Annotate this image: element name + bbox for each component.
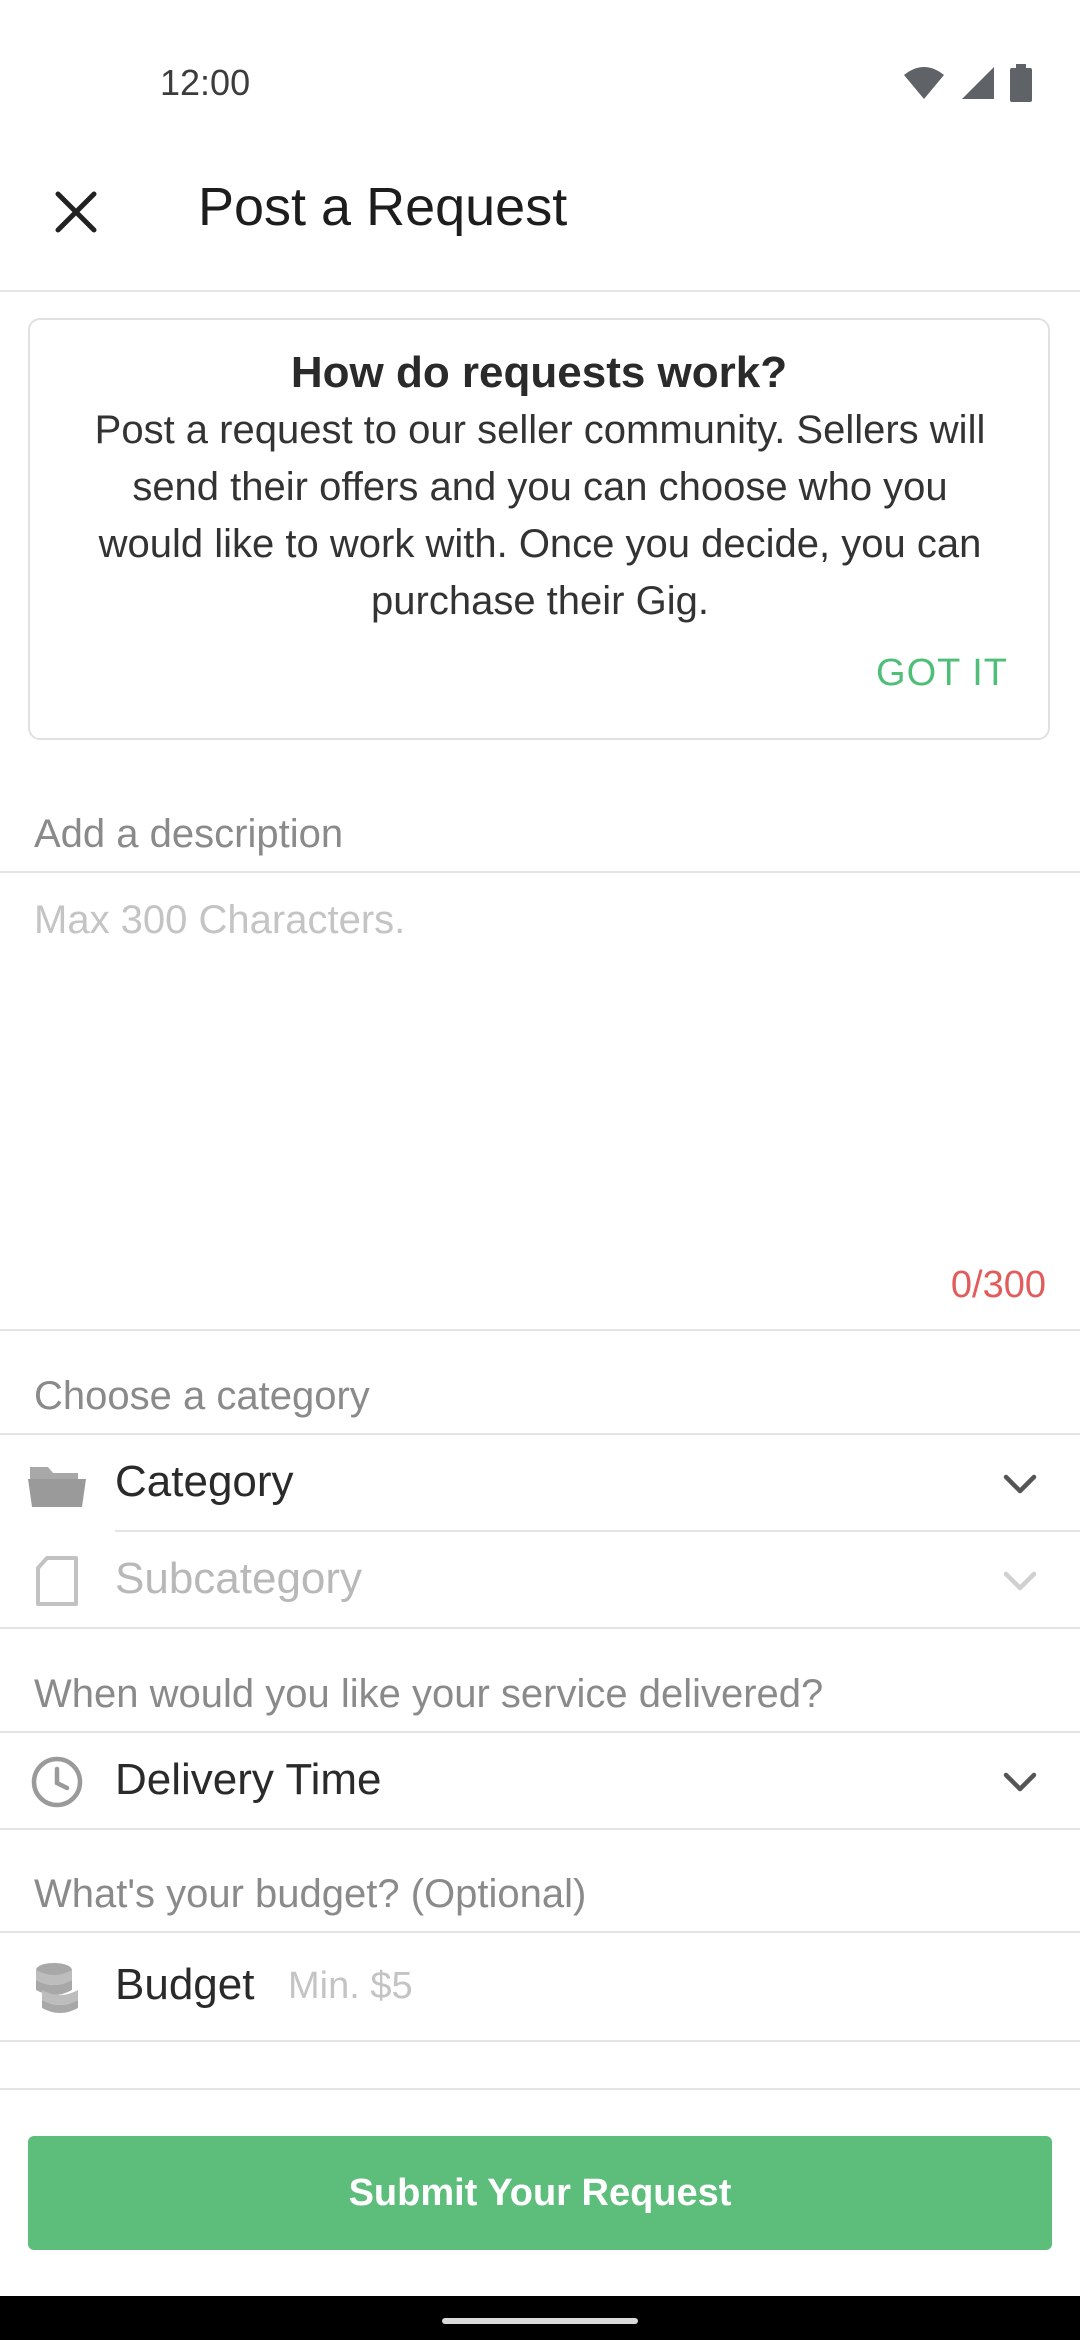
subcategory-dropdown[interactable]: Subcategory — [0, 1532, 1080, 1628]
post-request-screen: 12:00 Post a Request How do requests wor… — [0, 0, 1080, 2340]
document-icon — [28, 1554, 86, 1608]
divider — [0, 871, 1080, 873]
clock-icon — [28, 1755, 86, 1809]
status-time: 12:00 — [160, 62, 251, 103]
description-label: Add a description — [34, 812, 344, 856]
chevron-down-icon — [1003, 1571, 1037, 1591]
close-button[interactable] — [44, 180, 108, 244]
delivery-time-field-label: Delivery Time — [115, 1755, 382, 1804]
info-card-text: Post a request to our seller community. … — [94, 408, 986, 623]
description-input[interactable]: Max 300 Characters. 0/300 — [0, 874, 1080, 1330]
chevron-down-icon — [1003, 1474, 1037, 1494]
divider — [0, 1828, 1080, 1830]
status-bar: 12:00 — [0, 0, 1080, 150]
category-dropdown[interactable]: Category — [0, 1435, 1080, 1531]
divider — [0, 2040, 1080, 2042]
divider — [0, 2088, 1080, 2090]
budget-field-label: Budget — [115, 1960, 255, 2009]
page-title: Post a Request — [198, 177, 568, 237]
got-it-button[interactable]: GOT IT — [876, 652, 1008, 695]
info-card: How do requests work? Post a request to … — [28, 318, 1050, 740]
chevron-down-icon — [1003, 1772, 1037, 1792]
submit-request-button[interactable]: Submit Your Request — [28, 2136, 1052, 2250]
folder-icon — [28, 1457, 86, 1511]
status-icons — [902, 64, 1032, 102]
divider — [0, 1329, 1080, 1331]
divider — [0, 1627, 1080, 1629]
character-counter: 0/300 — [950, 1264, 1046, 1306]
budget-row: Budget — [0, 1934, 1080, 2040]
description-placeholder: Max 300 Characters. — [34, 898, 406, 942]
info-card-title: How do requests work? — [290, 348, 788, 397]
delivery-time-dropdown[interactable]: Delivery Time — [0, 1733, 1080, 1829]
budget-label: What's your budget? (Optional) — [34, 1872, 587, 1916]
cellular-signal-icon — [962, 67, 994, 99]
app-bar: Post a Request — [0, 150, 1080, 292]
subcategory-field-label: Subcategory — [115, 1554, 363, 1603]
close-icon — [55, 191, 97, 233]
category-field-label: Category — [115, 1457, 294, 1506]
category-label: Choose a category — [34, 1374, 370, 1418]
system-navigation-bar — [0, 2296, 1080, 2340]
coins-icon — [28, 1960, 86, 2014]
battery-icon — [1010, 64, 1032, 102]
divider — [0, 1931, 1080, 1933]
delivery-label: When would you like your service deliver… — [34, 1672, 824, 1716]
budget-input[interactable] — [288, 1958, 1028, 2014]
wifi-icon — [904, 67, 944, 99]
home-gesture-handle[interactable] — [442, 2318, 638, 2324]
